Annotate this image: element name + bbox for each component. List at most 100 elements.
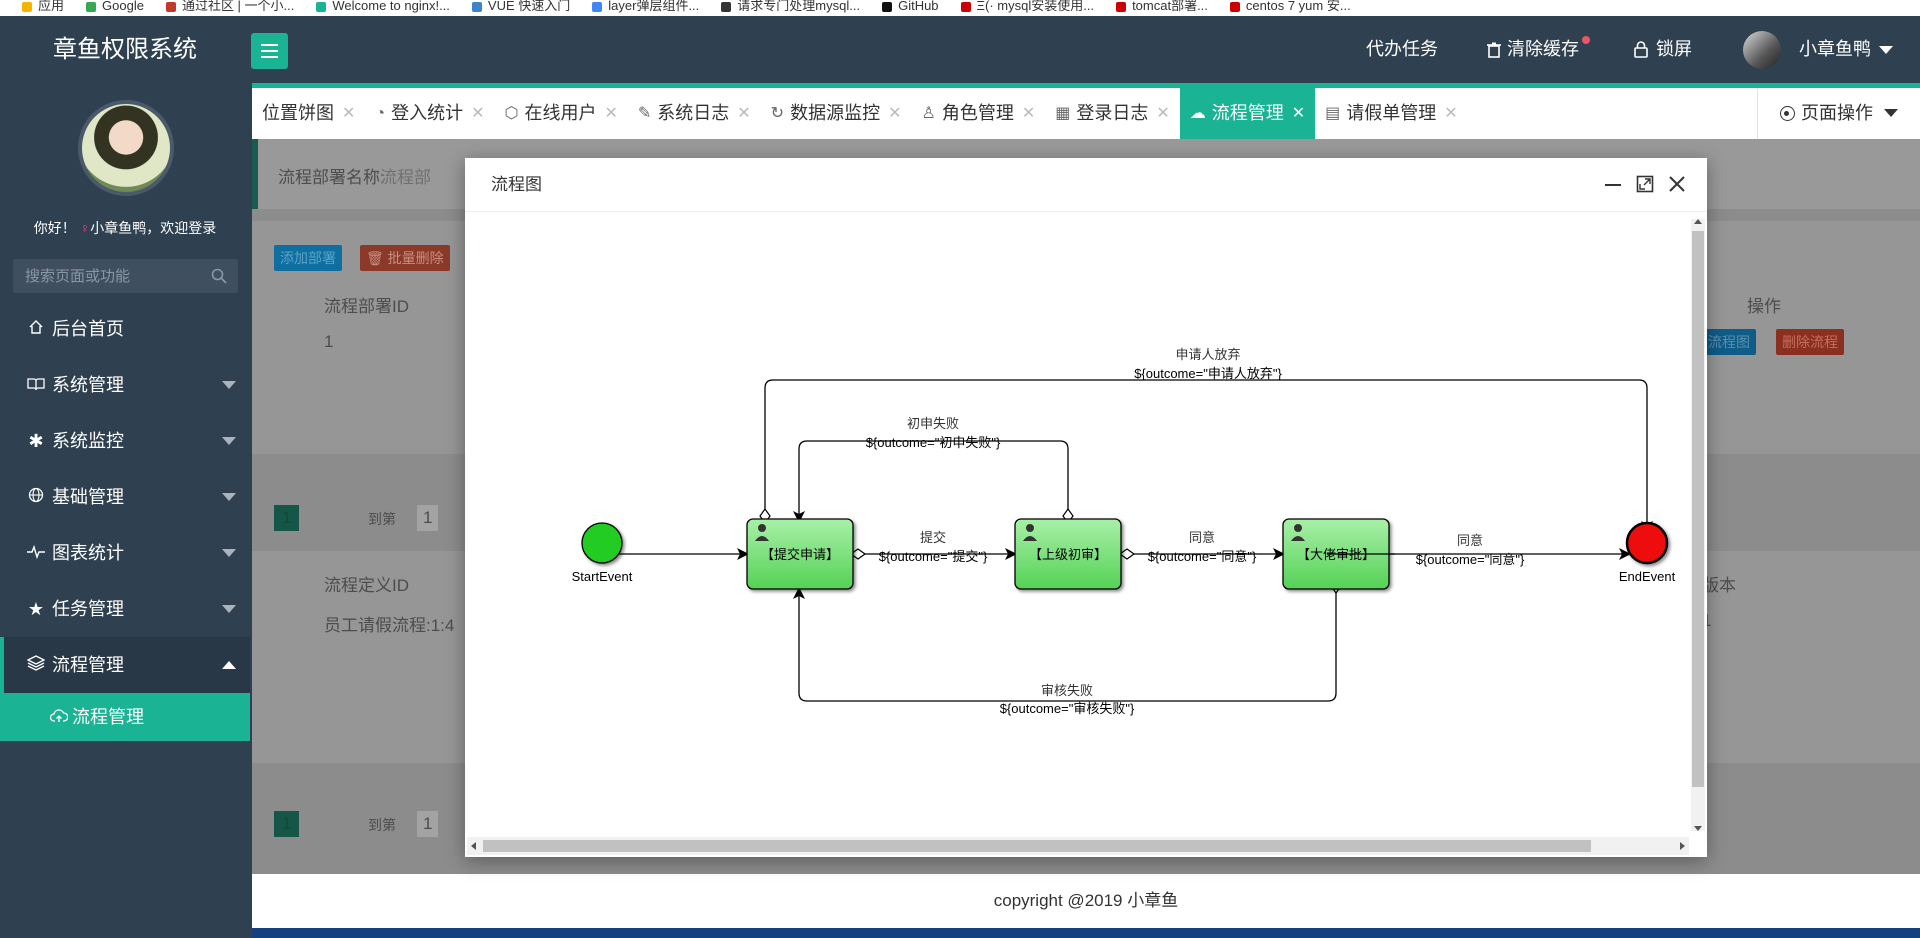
tab-label: 系统日志: [657, 103, 730, 123]
bg-pager2-page[interactable]: 1: [274, 811, 300, 837]
agent-tasks-link[interactable]: 代办任务: [1366, 16, 1438, 83]
bookmark-item[interactable]: Welcome to nginx!...: [316, 0, 450, 12]
start-event[interactable]: [581, 522, 623, 564]
modal-body: StartEvent EndEvent 【提交申请】 【上级初审】 【大佬审批】…: [465, 213, 1707, 857]
modal-title: 流程图: [491, 175, 542, 194]
flow-label-initial-fail: 初申失败: [907, 417, 959, 432]
close-tab-icon[interactable]: ✕: [1444, 88, 1457, 139]
search-icon[interactable]: [211, 268, 227, 284]
bookmark-item[interactable]: Ξ(· mysql安装使用...: [960, 0, 1094, 12]
close-tab-icon[interactable]: ✕: [604, 88, 617, 139]
close-tab-icon[interactable]: ✕: [888, 88, 901, 139]
menu-toggle-button[interactable]: [251, 33, 288, 69]
scroll-left-icon[interactable]: [471, 842, 476, 850]
bookmark-item[interactable]: Google: [86, 0, 144, 12]
sidebar-subitem-process-mgmt[interactable]: 流程管理: [0, 693, 250, 741]
bookmark-item[interactable]: GitHub: [882, 0, 939, 12]
close-tab-icon[interactable]: ✕: [1022, 88, 1035, 139]
tab-2[interactable]: ⬡ 在线用户 ✕: [494, 88, 627, 139]
tab-7[interactable]: ☁ 流程管理 ✕: [1179, 88, 1316, 139]
close-tab-icon[interactable]: ✕: [1292, 88, 1305, 139]
profile-avatar[interactable]: [78, 100, 174, 196]
sidebar-item-system-monitor[interactable]: ✱ 系统监控: [0, 413, 250, 469]
calendar-icon: ▤: [1325, 105, 1341, 122]
task-submit-application[interactable]: 【提交申请】: [746, 518, 854, 590]
bookmark-item[interactable]: 请求专门处理mysql...: [721, 0, 860, 12]
gear-icon: ✱: [28, 431, 44, 451]
browser-bookmarks-bar: 应用 Google 通过社区 | 一个小... Welcome to nginx!..…: [0, 0, 1920, 16]
taskbar-strip: [252, 928, 1920, 938]
scroll-right-icon[interactable]: [1680, 842, 1685, 850]
horizontal-scroll-thumb[interactable]: [483, 840, 1591, 852]
flow-applicant-give-up: [764, 379, 1653, 533]
scroll-up-icon[interactable]: [1694, 219, 1702, 224]
page-ops-dropdown[interactable]: 页面操作: [1756, 88, 1920, 139]
flowchart-modal: 流程图 StartEvent EndEvent 【提交申请】 【上级初审】 【大…: [465, 158, 1707, 857]
bookmark-item[interactable]: tomcat部署...: [1116, 0, 1208, 12]
tab-label: 登入统计: [391, 103, 464, 123]
bg-delete-flow-button[interactable]: 删除流程: [1776, 329, 1844, 355]
tab-5[interactable]: ♙ 角色管理 ✕: [911, 88, 1045, 139]
bg-batch-delete-button[interactable]: 🗑 批量删除: [360, 245, 450, 271]
bg-deploy-name-label: 流程部署名称:: [278, 168, 385, 187]
clear-cache-link[interactable]: 清除缓存: [1487, 16, 1590, 83]
start-event-label: StartEvent: [572, 569, 633, 584]
process-diagram: StartEvent EndEvent 【提交申请】 【上级初审】 【大佬审批】…: [572, 348, 1676, 716]
app-logo-title: 章鱼权限系统: [53, 36, 197, 63]
sidebar-item-tasks[interactable]: ★ 任务管理: [0, 581, 250, 637]
sidebar-search: [13, 259, 238, 293]
close-tab-icon[interactable]: ✕: [471, 88, 484, 139]
scroll-down-icon[interactable]: [1694, 826, 1702, 831]
modal-header: 流程图: [465, 158, 1707, 212]
cloud-upload-icon: [49, 707, 69, 727]
cloud-upload-icon: ☁: [1189, 105, 1206, 122]
sidebar-item-charts[interactable]: 图表统计: [0, 525, 250, 581]
close-tab-icon[interactable]: ✕: [1156, 88, 1169, 139]
bg-flowchart-button[interactable]: 流程图: [1702, 329, 1756, 355]
bg-pager2-input[interactable]: 1: [417, 811, 439, 837]
horizontal-scrollbar[interactable]: [467, 837, 1689, 855]
bookmark-favicon-icon: [1229, 1, 1240, 12]
bookmark-item[interactable]: VUE 快速入门: [471, 0, 570, 12]
bg-row1-id: 1: [324, 332, 334, 351]
bookmark-item[interactable]: 应用: [22, 0, 64, 12]
user-menu[interactable]: 小章鱼鸭: [1743, 16, 1893, 83]
sidebar-search-input[interactable]: [13, 259, 193, 293]
book-icon: [26, 357, 46, 413]
bookmark-item[interactable]: 通过社区 | 一个小...: [165, 0, 294, 12]
page-tabs: 位置饼图 ✕ ◔ 登入统计 ✕ ⬡ 在线用户 ✕ ✎ 系统日志 ✕ ↻ 数据源监控 ✕ ♙ 角色管理 ✕ ▦ 登录日…: [252, 88, 1920, 139]
tab-6[interactable]: ▦ 登录日志 ✕: [1045, 88, 1180, 139]
vertical-scrollbar[interactable]: [1691, 219, 1705, 831]
sidebar-item-process-mgmt[interactable]: 流程管理: [0, 637, 250, 693]
bg-pager-input[interactable]: 1: [417, 505, 439, 531]
bg-col-def-id: 流程定义ID: [324, 576, 409, 595]
tab-4[interactable]: ↻ 数据源监控 ✕: [761, 88, 912, 139]
close-button[interactable]: [1665, 172, 1689, 196]
end-event[interactable]: [1625, 521, 1669, 565]
minimize-button[interactable]: [1601, 172, 1625, 196]
bg-deploy-name-input[interactable]: 流程部: [380, 163, 431, 188]
globe-icon: [26, 469, 46, 525]
sidebar-item-system-mgmt[interactable]: 系统管理: [0, 357, 250, 413]
flow-label-approve-1: 同意: [1189, 530, 1215, 546]
tab-1[interactable]: ◔ 登入统计 ✕: [365, 88, 494, 139]
vertical-scroll-thumb[interactable]: [1692, 231, 1704, 787]
bg-pager-page[interactable]: 1: [274, 505, 300, 531]
task-supervisor-review[interactable]: 【上级初审】: [1014, 518, 1122, 590]
lock-screen-link[interactable]: 锁屏: [1634, 16, 1692, 83]
maximize-icon: [1636, 175, 1654, 193]
sidebar-item-home[interactable]: 后台首页: [0, 301, 250, 357]
bookmark-item[interactable]: centos 7 yum 安...: [1229, 0, 1351, 12]
tab-8[interactable]: ▤ 请假单管理 ✕: [1315, 88, 1468, 139]
tab-3[interactable]: ✎ 系统日志 ✕: [628, 88, 761, 139]
close-tab-icon[interactable]: ✕: [737, 88, 750, 139]
bookmark-favicon-icon: [86, 1, 97, 12]
maximize-button[interactable]: [1633, 172, 1657, 196]
bookmark-favicon-icon: [471, 1, 482, 12]
close-tab-icon[interactable]: ✕: [342, 88, 355, 139]
user-avatar: [1743, 30, 1781, 69]
bookmark-item[interactable]: layer弹层组件...: [592, 0, 699, 12]
tab-0[interactable]: 位置饼图 ✕: [252, 88, 365, 139]
bg-add-deploy-button[interactable]: 添加部署: [274, 245, 342, 271]
sidebar-item-basic-mgmt[interactable]: 基础管理: [0, 469, 250, 525]
